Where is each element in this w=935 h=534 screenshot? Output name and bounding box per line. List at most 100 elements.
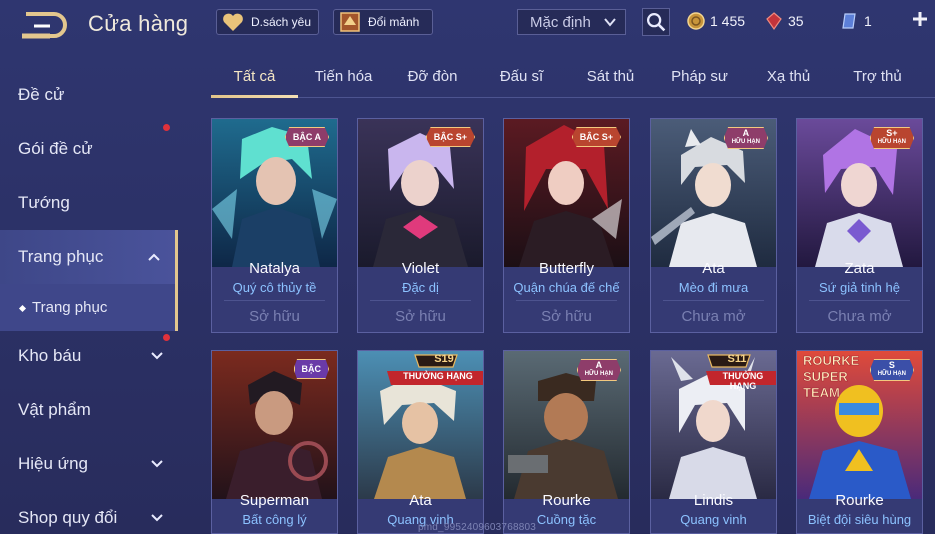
hero-name: Rourke <box>835 492 884 509</box>
active-tab-indicator <box>211 95 298 98</box>
tab-mage[interactable]: Pháp sư <box>656 68 743 85</box>
tier-badge: A HỮU HẠN <box>723 127 768 149</box>
tab-all[interactable]: Tất cả <box>211 68 298 85</box>
top-bar: Cửa hàng D.sách yêu Đổi mảnh Mặc định 1 … <box>0 0 935 50</box>
skin-card[interactable]: BẬC S+ Violet Đặc dị Sở hữu <box>357 118 484 333</box>
sort-dropdown[interactable]: Mặc định <box>517 9 626 35</box>
sidebar-item-treasure[interactable]: Kho báu <box>0 329 178 383</box>
skin-name: Biệt đội siêu hùng <box>807 512 912 527</box>
exchange-label: Đổi mảnh <box>368 15 420 29</box>
voucher-balance: 1 <box>840 8 872 34</box>
skin-card[interactable]: BẬC S+ Butterfly Quận chúa đế chế Sở hữu <box>503 118 630 333</box>
sidebar-item-recommended-bundles[interactable]: Gói đề cử <box>0 122 178 176</box>
ownership-status: Chưa mở <box>681 308 746 325</box>
ownership-status: Sở hữu <box>541 308 592 325</box>
tier-badge-limited: HỮU HẠN <box>877 139 906 145</box>
skin-name: Bất công lý <box>242 512 307 527</box>
tier-badge-grade: S+ <box>886 128 898 138</box>
sidebar-item-label: Trang phục <box>32 299 108 316</box>
skin-card[interactable]: S+ HỮU HẠN Zata Sứ giả tinh hệ Chưa mở <box>796 118 923 333</box>
season-rank-label: THƯỞNG HẠNG <box>403 371 473 381</box>
skin-name: Quận chúa đế chế <box>513 280 620 295</box>
sidebar-item-label: Vật phẩm <box>18 400 91 419</box>
tier-badge-grade: A <box>742 128 750 138</box>
skin-card[interactable]: BẬC A Natalya Quý cô thủy tề Sở hữu <box>211 118 338 333</box>
skin-name: Đặc dị <box>402 280 439 295</box>
watermark-text: pmd_9952409603768803 <box>418 522 536 533</box>
skin-card[interactable]: BẬC Superman Bất công lý <box>211 350 338 534</box>
sidebar-item-label: Trang phục <box>18 247 104 266</box>
skin-name: Quang vinh <box>680 512 747 527</box>
skin-card[interactable]: S19 THƯỞNG HẠNG Ata Quang vinh <box>357 350 484 534</box>
gold-value: 1 455 <box>710 13 746 29</box>
plus-icon[interactable] <box>910 9 930 29</box>
chevron-down-icon <box>151 514 163 522</box>
tier-badge: BẬC <box>293 359 329 379</box>
sidebar-item-label: Hiệu ứng <box>18 454 88 473</box>
tier-badge-limited: HỮU HẠN <box>877 371 906 377</box>
season-rank-label: THƯỞNG HẠNG <box>722 371 764 391</box>
sidebar-item-items[interactable]: Vật phẩm <box>0 383 178 437</box>
hero-name: Zata <box>844 260 875 277</box>
skin-name: Mèo đi mưa <box>678 280 749 295</box>
tier-badge: A HỮU HẠN <box>576 359 621 381</box>
search-icon[interactable] <box>642 8 670 36</box>
chevron-down-icon <box>604 18 616 27</box>
sidebar-item-heroes[interactable]: Tướng <box>0 176 178 230</box>
tier-badge-limited: HỮU HẠN <box>584 371 613 377</box>
tab-assassin[interactable]: Sát thủ <box>567 68 654 85</box>
sidebar-item-exchange-shop[interactable]: Shop quy đổi <box>0 491 178 534</box>
hero-name: Lindis <box>693 492 734 509</box>
divider <box>370 300 471 301</box>
bullet-diamond-icon <box>18 304 27 312</box>
hero-name: Natalya <box>249 260 300 277</box>
season-rank: S11 <box>727 353 747 365</box>
skin-card[interactable]: S11 THƯỞNG HẠNG Lindis Quang vinh <box>650 350 777 534</box>
notification-dot <box>163 124 170 131</box>
hero-name: Ata <box>702 260 725 277</box>
fragment-box-icon <box>340 12 360 32</box>
chevron-up-icon <box>148 253 160 261</box>
divider <box>809 300 910 301</box>
tab-fighter[interactable]: Đấu sĩ <box>478 68 565 85</box>
skin-card[interactable]: ROURKE SUPER TEAM S HỮU HẠN Rourke Biệt … <box>796 350 923 534</box>
tab-support[interactable]: Trợ thủ <box>834 68 921 85</box>
divider <box>663 300 764 301</box>
exchange-fragments-button[interactable]: Đổi mảnh <box>333 9 433 35</box>
tab-marksman[interactable]: Xạ thủ <box>745 68 832 85</box>
tier-badge: BẬC S+ <box>571 127 621 147</box>
hero-name: Rourke <box>542 492 591 509</box>
sidebar-item-effects[interactable]: Hiệu ứng <box>0 437 178 491</box>
back-arrow-icon[interactable] <box>20 10 70 40</box>
sidebar-item-label: Gói đề cử <box>18 139 93 158</box>
hero-name: Butterfly <box>538 260 595 277</box>
page-title: Cửa hàng <box>88 11 189 36</box>
tier-badge-grade: S <box>888 360 895 370</box>
tier-badge-grade: A <box>595 360 603 370</box>
ownership-status: Chưa mở <box>827 308 892 325</box>
tab-evolution[interactable]: Tiến hóa <box>300 68 387 85</box>
sidebar-item-label: Tướng <box>18 193 70 212</box>
sidebar-subitem-skins[interactable]: Trang phục <box>0 284 178 331</box>
tier-badge-limited: HỮU HẠN <box>731 139 760 145</box>
gold-coin-icon <box>687 12 705 30</box>
sidebar: Đề cử Gói đề cử Tướng Trang phục Trang p… <box>0 62 178 534</box>
skin-card[interactable]: A HỮU HẠN Ata Mèo đi mưa Chưa mở <box>650 118 777 333</box>
tier-badge: S HỮU HẠN <box>869 359 914 381</box>
voucher-icon <box>842 13 856 29</box>
gem-balance: 35 <box>764 8 804 34</box>
ownership-status: Sở hữu <box>249 308 300 325</box>
skin-name: Quý cô thủy tề <box>232 280 317 295</box>
heart-icon <box>223 13 243 31</box>
divider <box>516 300 617 301</box>
chevron-down-icon <box>151 352 163 360</box>
sidebar-item-skins[interactable]: Trang phục <box>0 230 178 284</box>
tab-tank[interactable]: Đỡ đòn <box>389 68 476 85</box>
gem-value: 35 <box>788 13 804 29</box>
sidebar-item-recommended[interactable]: Đề cử <box>0 68 178 122</box>
wishlist-label: D.sách yêu <box>251 15 312 29</box>
skin-card[interactable]: A HỮU HẠN Rourke Cuồng tặc <box>503 350 630 534</box>
tier-badge: S+ HỮU HẠN <box>869 127 914 149</box>
ownership-status: Sở hữu <box>395 308 446 325</box>
wishlist-button[interactable]: D.sách yêu <box>216 9 319 35</box>
